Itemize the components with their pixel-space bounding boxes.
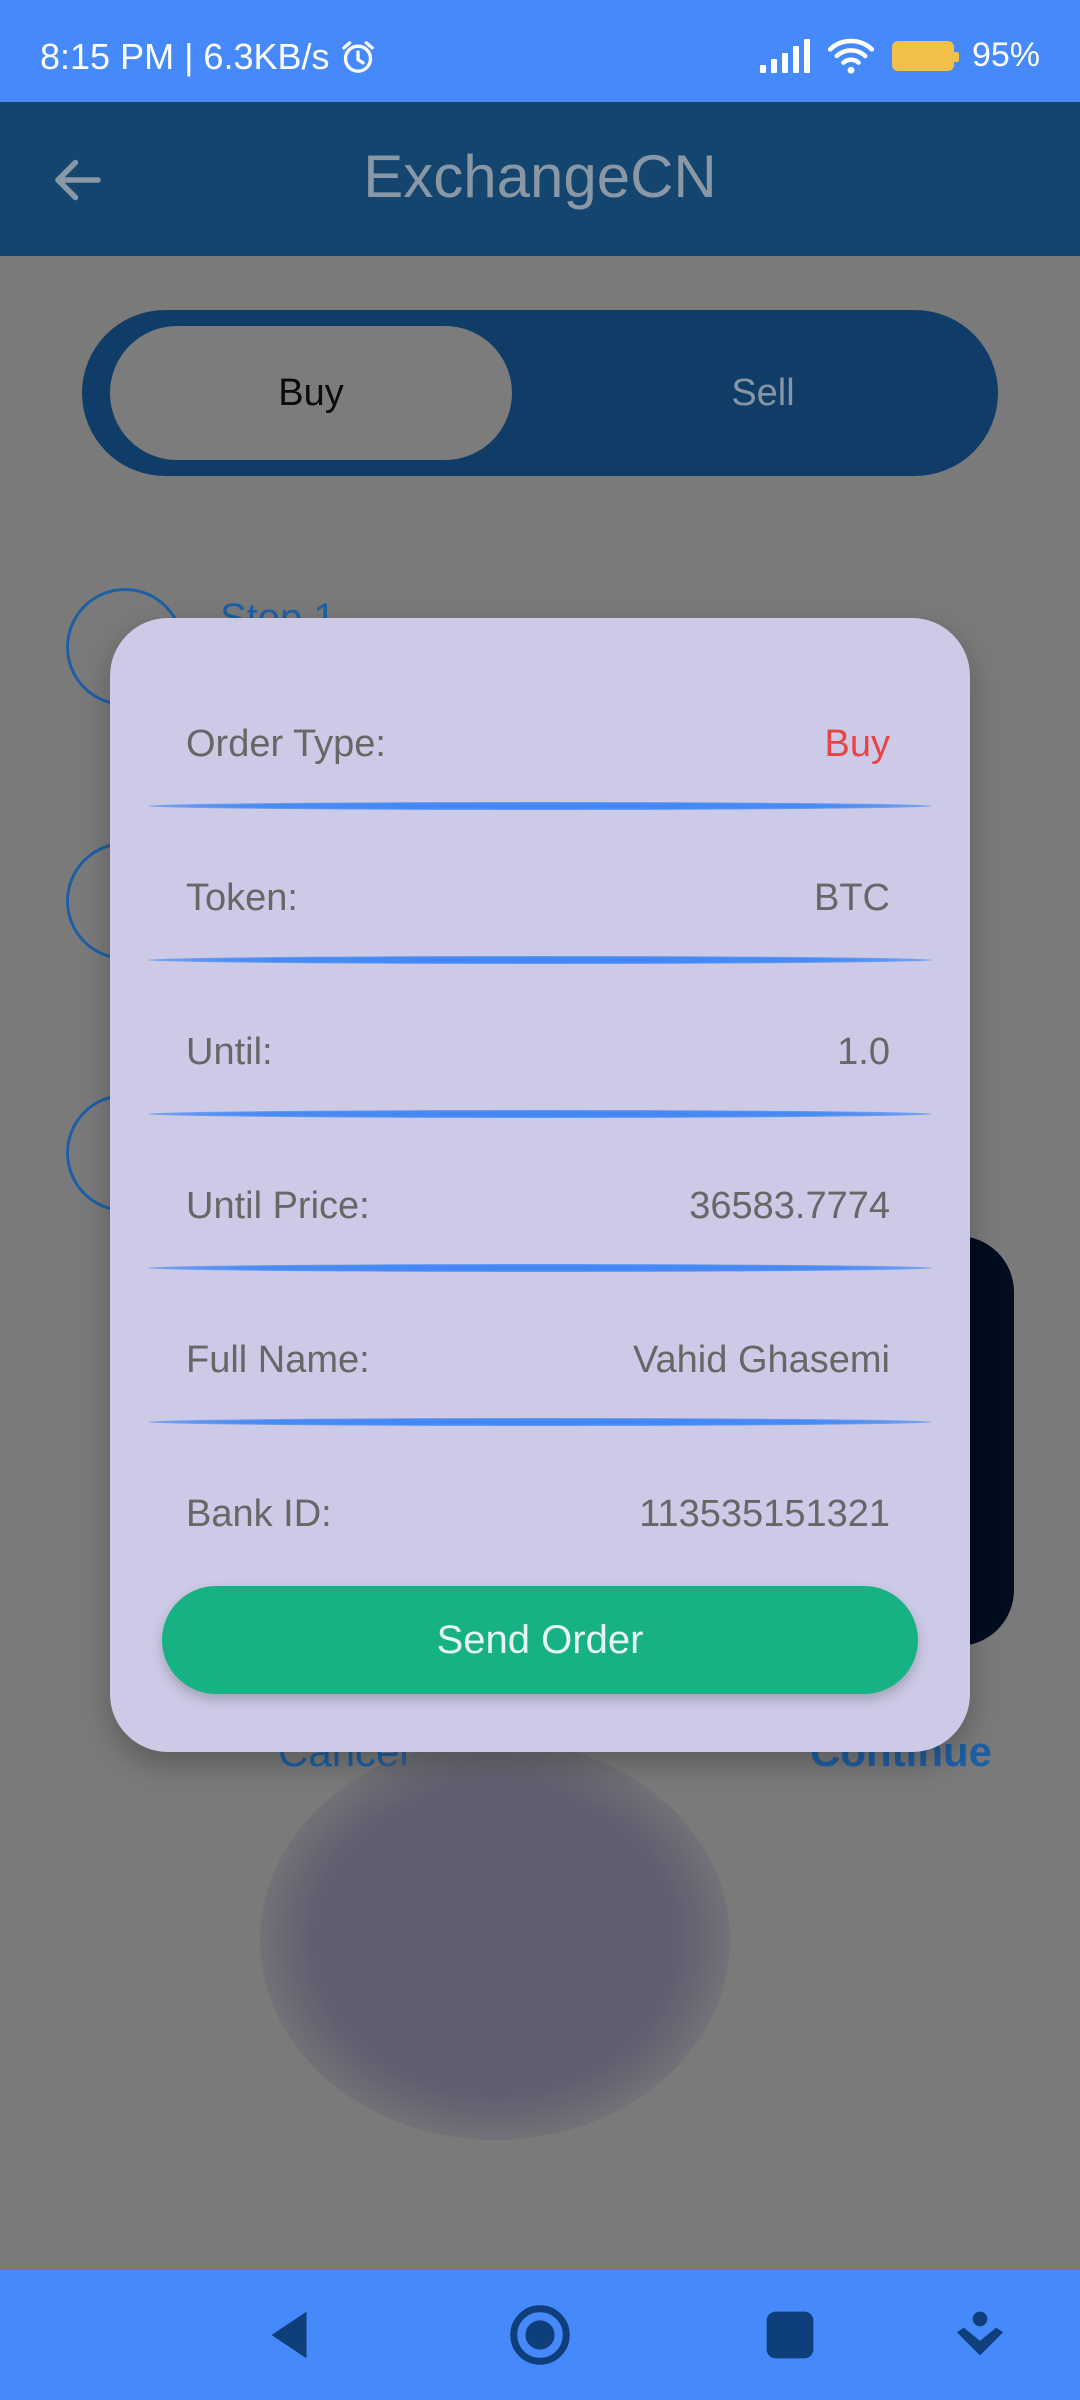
order-type-label: Order Type: — [186, 722, 386, 765]
nav-recents-icon[interactable] — [755, 2300, 825, 2370]
status-left: 8:15 PM | 6.3KB/s — [40, 36, 378, 78]
bank-id-label: Bank ID: — [186, 1492, 332, 1535]
toggle-buy-option[interactable]: Buy — [110, 326, 512, 460]
until-value: 1.0 — [837, 1030, 890, 1073]
signal-icon — [759, 38, 810, 73]
full-name-value: Vahid Ghasemi — [633, 1338, 890, 1381]
toggle-sell-option[interactable]: Sell — [528, 326, 998, 460]
battery-level: 95% — [971, 36, 1040, 74]
until-label: Until: — [186, 1030, 273, 1073]
order-type-row: Order Type: Buy — [186, 714, 890, 774]
divider — [148, 1264, 932, 1272]
nav-back-icon[interactable] — [254, 2300, 324, 2370]
status-time: 8:15 PM | 6.3KB/s — [40, 36, 330, 77]
divider — [148, 802, 932, 810]
nav-home-icon[interactable] — [505, 2300, 575, 2370]
send-order-button[interactable]: Send Order — [162, 1586, 918, 1694]
until-price-label: Until Price: — [186, 1184, 370, 1227]
divider — [148, 1418, 932, 1426]
nav-assist-icon[interactable] — [945, 2300, 1015, 2370]
until-price-value: 36583.7774 — [689, 1184, 890, 1227]
battery-icon — [891, 40, 959, 71]
buy-sell-toggle: Buy Sell — [82, 310, 998, 476]
app-title: ExchangeCN — [363, 143, 717, 210]
bank-id-row: Bank ID: 113535151321 — [186, 1484, 890, 1544]
divider — [148, 1110, 932, 1118]
app-bar: ExchangeCN — [0, 102, 1080, 256]
status-right: 95% — [759, 36, 1040, 75]
divider — [148, 956, 932, 964]
navigation-bar — [0, 2270, 1080, 2400]
full-name-row: Full Name: Vahid Ghasemi — [186, 1330, 890, 1390]
order-summary-dialog: Order Type: Buy Token: BTC Until: 1.0 Un… — [110, 618, 970, 1752]
token-row: Token: BTC — [186, 868, 890, 928]
token-value: BTC — [814, 876, 890, 919]
wifi-icon — [827, 38, 874, 74]
full-name-label: Full Name: — [186, 1338, 370, 1381]
bank-id-value: 113535151321 — [639, 1492, 890, 1535]
order-type-value: Buy — [824, 722, 890, 765]
token-label: Token: — [186, 876, 298, 919]
alarm-icon — [341, 41, 374, 73]
background-blur-shape — [260, 1740, 730, 2140]
until-row: Until: 1.0 — [186, 1022, 890, 1082]
until-price-row: Until Price: 36583.7774 — [186, 1176, 890, 1236]
status-bar: 8:15 PM | 6.3KB/s 95% — [0, 0, 1080, 102]
